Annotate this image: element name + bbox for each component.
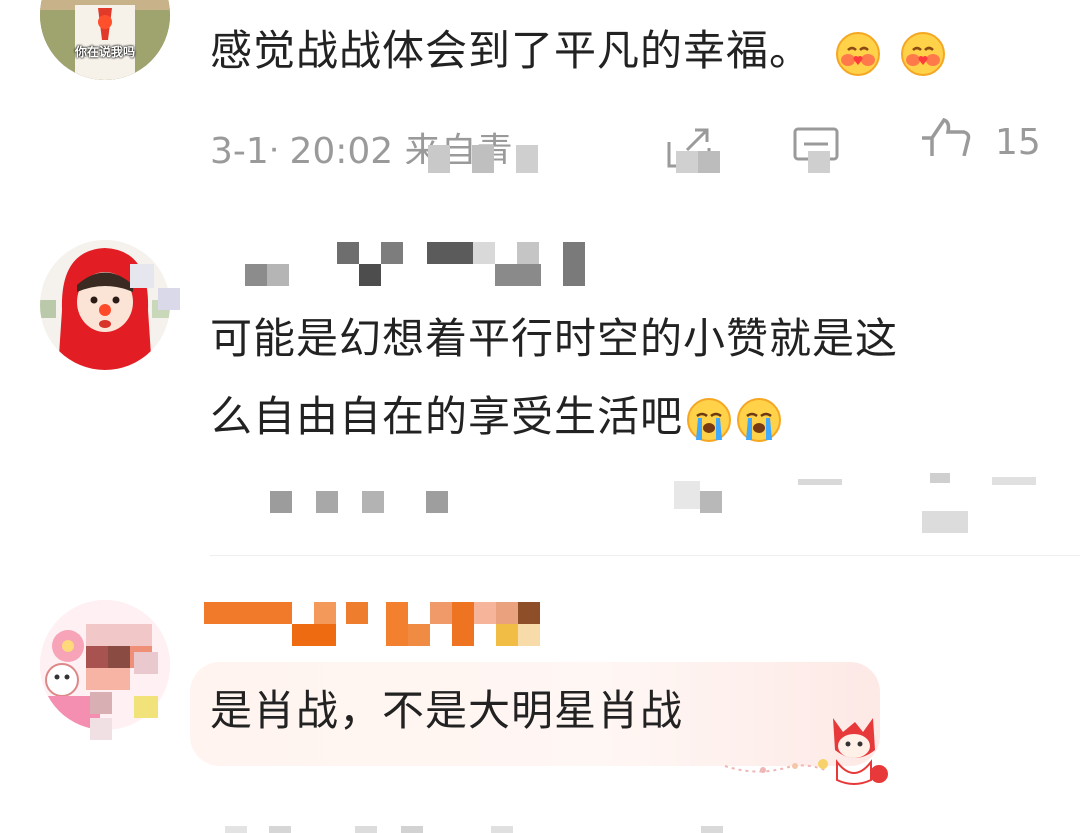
avatar[interactable]: 你在说我吗 [40,0,170,80]
comment-divider [210,555,1080,556]
comment-body-line-text: 么自由自在的享受生活吧 [210,392,684,441]
bubble-mascot-decoration [724,718,888,785]
comment-body: 感觉战战体会到了平凡的幸福。 [210,26,813,75]
crying-emoji-icon [687,397,732,442]
comment-body: 是肖战，不是大明星肖战 [210,686,684,735]
avatar-image [40,0,170,80]
like-count: 15 [995,122,1041,160]
avatar-image [40,240,170,370]
avatar[interactable] [40,240,170,370]
crying-emoji-icon [737,397,782,442]
comment-text: 可能是幻想着平行时空的小赞就是这 么自由自在的享受生活吧 [210,300,1050,456]
avatar-caption: 你在说我吗 [74,45,135,59]
comment-body-line: 么自由自在的享受生活吧 [210,378,1050,456]
comment-text: 是肖战，不是大明星肖战 [210,672,1050,750]
like-icon[interactable] [918,116,974,156]
comment-feed: 你在说我吗 感觉战战体会到了平凡的幸福。 3-1ᐧ 20:02 来自青 15 可… [0,0,1080,833]
comment-text: 感觉战战体会到了平凡的幸福。 [210,12,1050,90]
hug-emoji-icon [836,31,881,76]
hug-emoji-icon [900,31,945,76]
comment-body-line: 可能是幻想着平行时空的小赞就是这 [210,314,899,363]
comment-meta: 3-1ᐧ 20:02 来自青 [210,131,513,172]
